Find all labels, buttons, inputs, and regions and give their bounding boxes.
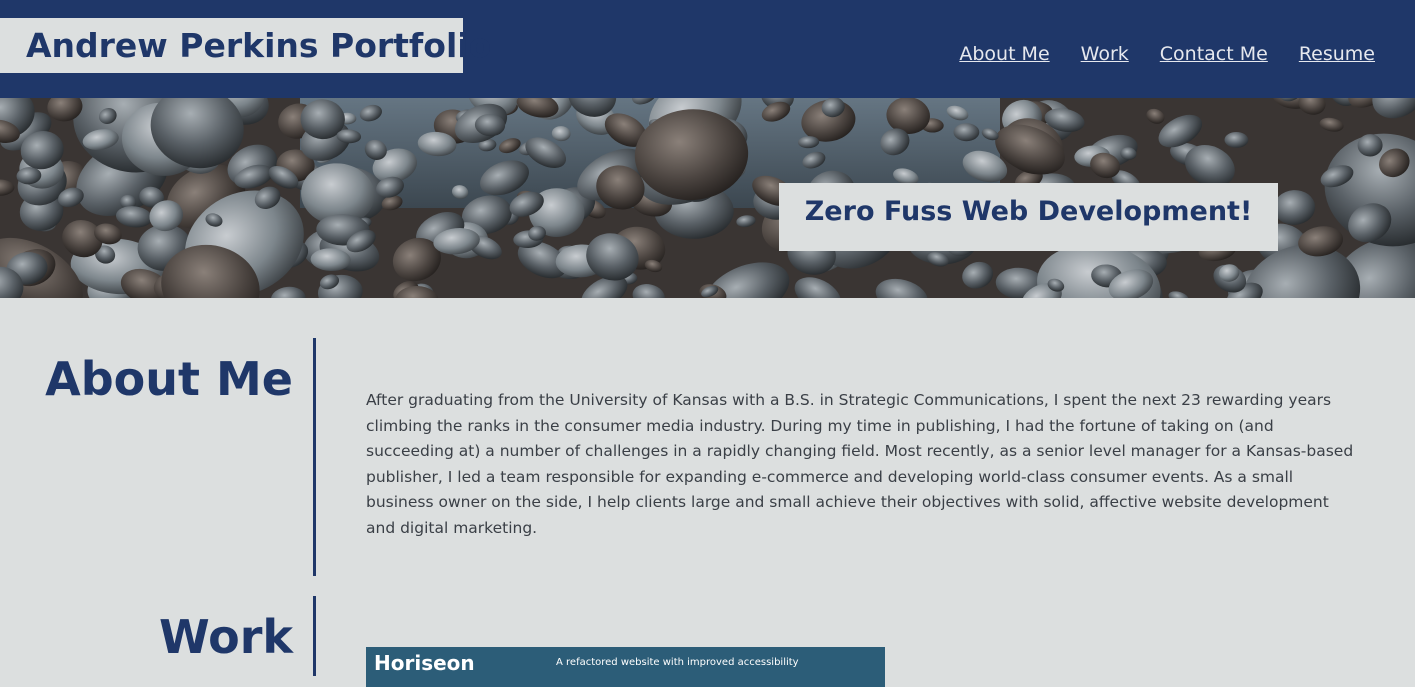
project-title: Horiseon: [374, 651, 475, 675]
site-header: Andrew Perkins Portfolio About Me Work C…: [0, 0, 1415, 98]
pebble: [953, 123, 980, 142]
project-description: A refactored website with improved acces…: [556, 657, 799, 668]
nav-link-contact-me[interactable]: Contact Me: [1160, 40, 1268, 68]
nav-link-resume[interactable]: Resume: [1299, 40, 1375, 68]
site-title: Andrew Perkins Portfolio: [0, 18, 491, 73]
main-nav: About Me Work Contact Me Resume: [959, 40, 1375, 68]
hero-banner: Zero Fuss Web Development!: [0, 98, 1415, 298]
work-divider: [313, 596, 316, 676]
nav-link-about-me[interactable]: About Me: [959, 40, 1049, 68]
about-heading: About Me: [45, 352, 293, 406]
tagline: Zero Fuss Web Development!: [779, 183, 1278, 251]
nav-link-work[interactable]: Work: [1081, 40, 1129, 68]
work-heading: Work: [159, 610, 293, 664]
project-card-horiseon[interactable]: Horiseon A refactored website with impro…: [366, 647, 885, 687]
about-divider: [313, 338, 316, 576]
about-paragraph: After graduating from the University of …: [366, 391, 1354, 537]
